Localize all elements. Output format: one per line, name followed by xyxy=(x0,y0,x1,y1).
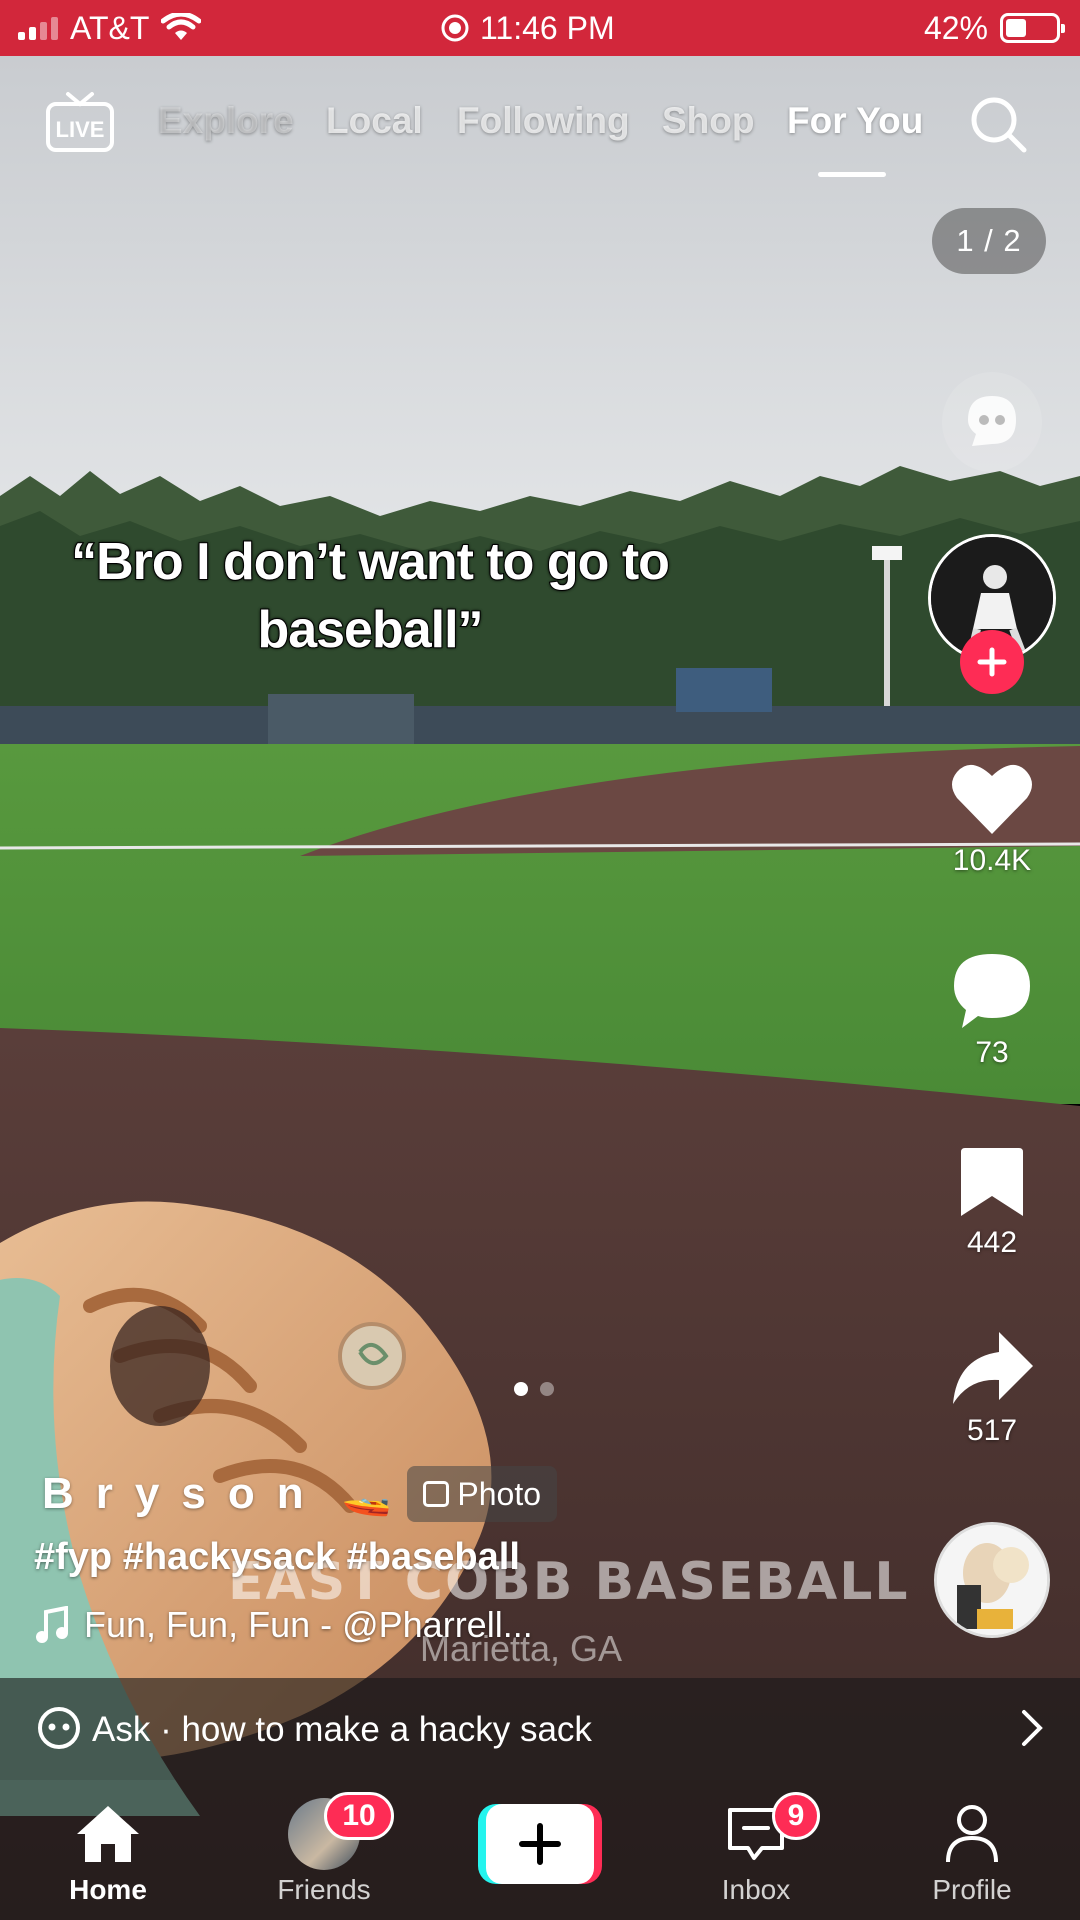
like-count: 10.4K xyxy=(952,844,1032,877)
plus-icon xyxy=(977,647,1007,677)
battery-percent: 42% xyxy=(923,9,988,46)
music-disc[interactable] xyxy=(934,1522,1050,1638)
status-center: 11:46 PM xyxy=(440,0,615,56)
plus-icon xyxy=(519,1823,561,1865)
share-button[interactable]: 517 xyxy=(930,1328,1054,1448)
ai-chat-icon xyxy=(38,1707,80,1749)
username[interactable]: Bryson xyxy=(42,1469,326,1519)
live-tv-icon: LIVE xyxy=(46,92,114,152)
ai-assistant-icon xyxy=(968,396,1016,446)
screen-record-icon xyxy=(441,14,469,42)
overlay-caption-line2: baseball” xyxy=(256,600,484,660)
tab-inbox-label: Inbox xyxy=(721,1874,791,1905)
share-count: 517 xyxy=(966,1414,1018,1447)
save-button[interactable]: 442 xyxy=(930,1144,1054,1260)
like-button[interactable]: 10.4K xyxy=(930,758,1054,878)
slide-dot-active xyxy=(514,1382,528,1396)
photo-counter: 1 / 2 xyxy=(932,208,1046,274)
tab-local[interactable]: Local xyxy=(326,100,423,142)
ask-query: Ask · how to make a hacky sack xyxy=(92,1710,592,1749)
tab-following[interactable]: Following xyxy=(457,100,630,142)
overlay-caption-line1: “Bro I don’t want to go to xyxy=(70,532,671,592)
sound-row[interactable]: Fun, Fun, Fun - @Pharrell... xyxy=(36,1604,533,1646)
status-left: AT&T xyxy=(18,0,202,56)
top-nav: LIVE Explore Local Following Shop For Yo… xyxy=(0,80,1080,190)
hashtags[interactable]: #fyp #hackysack #baseball xyxy=(34,1536,520,1579)
follow-button[interactable] xyxy=(960,630,1024,694)
ai-assistant-button[interactable] xyxy=(942,372,1042,472)
comment-count: 73 xyxy=(975,1036,1009,1069)
music-note-icon xyxy=(36,1606,68,1643)
live-button[interactable]: LIVE xyxy=(44,90,116,154)
tab-explore[interactable]: Explore xyxy=(158,100,294,142)
slide-dot xyxy=(540,1382,554,1396)
search-button[interactable] xyxy=(968,94,1030,156)
status-right: 42% xyxy=(923,0,1065,56)
status-bar: AT&T 11:46 PM 42% xyxy=(0,0,1080,56)
profile-icon xyxy=(936,1798,1008,1870)
tab-friends-label: Friends xyxy=(277,1874,371,1905)
home-icon xyxy=(72,1798,144,1870)
photo-icon xyxy=(423,1481,450,1507)
search-icon xyxy=(971,97,1027,153)
carrier-name: AT&T xyxy=(70,9,150,46)
photo-badge: Photo xyxy=(407,1466,558,1522)
heart-icon xyxy=(952,764,1032,834)
live-label: LIVE xyxy=(56,117,105,142)
ask-bar[interactable]: Ask · how to make a hacky sack xyxy=(0,1678,1080,1780)
friends-badge: 10 xyxy=(324,1792,394,1840)
tab-home-label: Home xyxy=(69,1874,147,1905)
comment-button[interactable]: 73 xyxy=(930,950,1054,1070)
bookmark-icon xyxy=(961,1148,1023,1216)
tab-shop[interactable]: Shop xyxy=(662,100,754,142)
tab-profile-label: Profile xyxy=(932,1874,1012,1905)
inbox-badge: 9 xyxy=(772,1792,820,1840)
tab-for-you[interactable]: For You xyxy=(787,100,923,142)
active-tab-indicator xyxy=(818,172,886,177)
save-count: 442 xyxy=(966,1226,1018,1259)
tab-profile[interactable]: Profile xyxy=(892,1780,1052,1920)
create-button[interactable] xyxy=(478,1804,602,1884)
cell-signal-icon xyxy=(18,16,58,40)
sound-name: Fun, Fun, Fun - @Pharrell... xyxy=(84,1604,533,1645)
comment-icon xyxy=(954,954,1030,1028)
slide-indicator xyxy=(514,1382,554,1396)
overlay-caption: “Bro I don’t want to go to baseball” xyxy=(20,528,720,664)
photo-badge-label: Photo xyxy=(457,1475,542,1512)
bottom-tab-bar: Home Friends 10 Inbox 9 Profile xyxy=(0,1780,1080,1920)
username-row: Bryson 🚤 Photo xyxy=(42,1466,558,1522)
share-arrow-icon xyxy=(953,1332,1033,1404)
clock: 11:46 PM xyxy=(480,9,615,46)
boat-emoji: 🚤 xyxy=(341,1472,392,1517)
chevron-right-icon xyxy=(1022,1710,1043,1746)
battery-icon xyxy=(1000,13,1065,43)
tab-home[interactable]: Home xyxy=(28,1780,188,1920)
wifi-icon xyxy=(161,13,202,40)
